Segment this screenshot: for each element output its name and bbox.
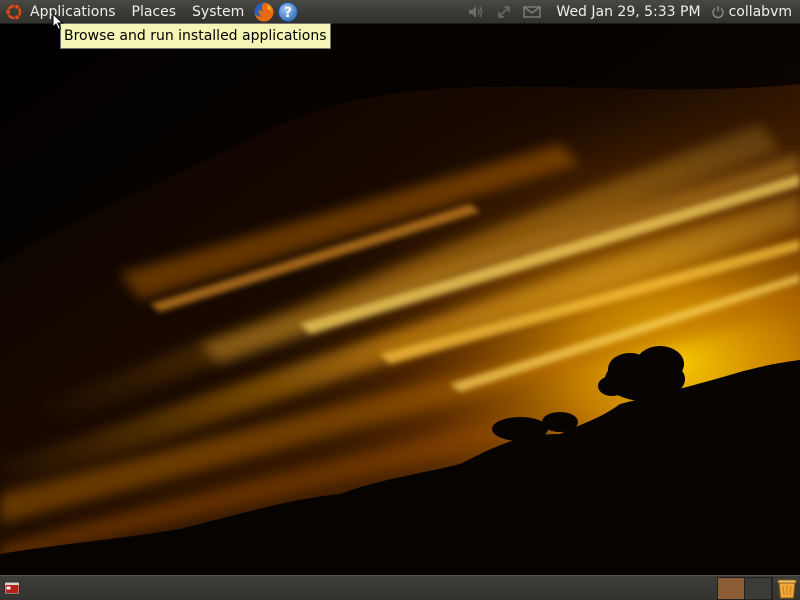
applications-tooltip: Browse and run installed applications	[60, 23, 331, 49]
bottom-panel	[0, 575, 800, 600]
places-menu[interactable]: Places	[124, 0, 185, 24]
show-desktop-icon[interactable]	[3, 579, 21, 597]
help-icon[interactable]: ?	[277, 1, 299, 23]
top-panel: Applications Places System ? Wed Jan 29,…	[0, 0, 800, 24]
ubuntu-logo-icon	[4, 2, 24, 22]
svg-text:?: ?	[284, 5, 292, 21]
user-name: collabvm	[728, 3, 792, 20]
system-menu-label: System	[192, 3, 245, 20]
volume-icon[interactable]	[466, 2, 486, 22]
firefox-icon[interactable]	[253, 1, 275, 23]
network-icon[interactable]	[494, 2, 514, 22]
workspace-switcher[interactable]	[717, 576, 773, 600]
applications-menu-label: Applications	[30, 3, 116, 20]
system-menu[interactable]: System	[184, 0, 252, 24]
mail-icon[interactable]	[522, 2, 542, 22]
desktop: Applications Places System ? Wed Jan 29,…	[0, 0, 800, 600]
desktop-wallpaper[interactable]	[0, 24, 800, 575]
user-menu[interactable]: collabvm	[711, 4, 800, 20]
places-menu-label: Places	[131, 3, 177, 20]
power-icon	[711, 5, 725, 19]
workspace-2[interactable]	[745, 577, 772, 599]
workspace-1[interactable]	[718, 577, 745, 599]
trash-icon[interactable]	[776, 577, 798, 599]
mouse-pointer-icon	[52, 12, 64, 31]
clock[interactable]: Wed Jan 29, 5:33 PM	[546, 4, 710, 20]
